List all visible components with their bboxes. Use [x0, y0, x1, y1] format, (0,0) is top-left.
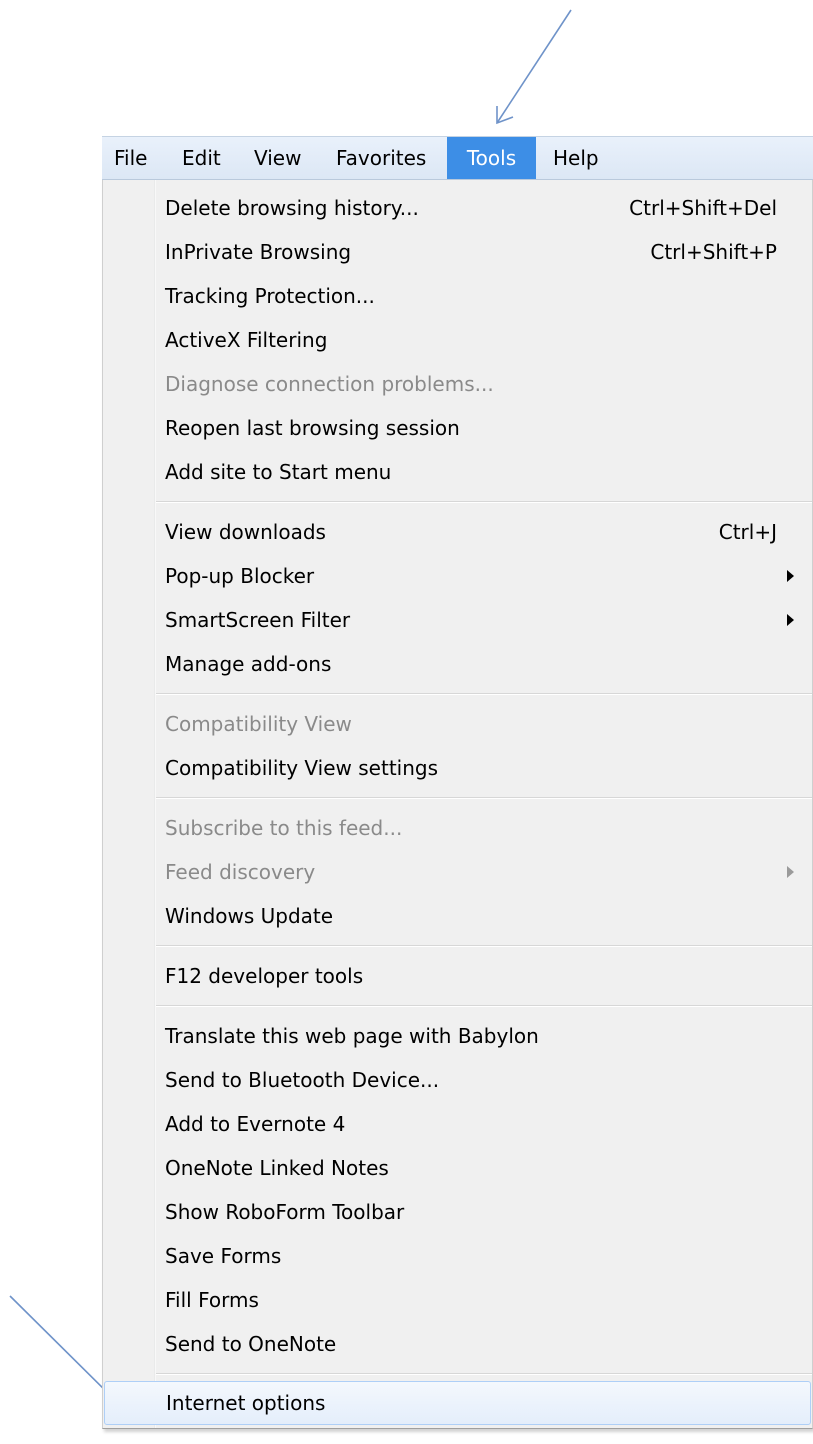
menu-item-inprivate-browsing[interactable]: InPrivate Browsing Ctrl+Shift+P [103, 230, 812, 274]
menu-item-label: Translate this web page with Babylon [165, 1024, 539, 1048]
menu-item-compatibility-view: Compatibility View [103, 702, 812, 746]
callout-arrow-icon [496, 9, 572, 125]
menu-item-tracking-protection[interactable]: Tracking Protection... [103, 274, 812, 318]
menu-item-activex-filtering[interactable]: ActiveX Filtering [103, 318, 812, 362]
menu-item-label: Feed discovery [165, 860, 316, 884]
menu-item-label: Manage add-ons [165, 652, 332, 676]
menu-separator [156, 693, 812, 695]
menu-separator [156, 945, 812, 947]
menu-item-reopen-last-session[interactable]: Reopen last browsing session [103, 406, 812, 450]
menu-item-label: Diagnose connection problems... [165, 372, 494, 396]
menu-item-onenote-linked-notes[interactable]: OneNote Linked Notes [103, 1146, 812, 1190]
menu-bar: File Edit View Favorites Tools Help [102, 136, 813, 180]
menu-separator [156, 1373, 812, 1375]
menu-item-save-forms[interactable]: Save Forms [103, 1234, 812, 1278]
menu-item-manage-add-ons[interactable]: Manage add-ons [103, 642, 812, 686]
menu-help[interactable]: Help [553, 137, 599, 179]
menu-favorites[interactable]: Favorites [336, 137, 426, 179]
menu-item-label: Compatibility View [165, 712, 352, 736]
menu-item-fill-forms[interactable]: Fill Forms [103, 1278, 812, 1322]
menu-item-smartscreen-filter[interactable]: SmartScreen Filter [103, 598, 812, 642]
menu-item-label: Show RoboForm Toolbar [165, 1200, 405, 1224]
menu-item-label: Add to Evernote 4 [165, 1112, 346, 1136]
menu-item-label: F12 developer tools [165, 964, 364, 988]
menu-item-compatibility-view-settings[interactable]: Compatibility View settings [103, 746, 812, 790]
menu-item-label: InPrivate Browsing [165, 240, 352, 264]
menu-item-label: Windows Update [165, 904, 334, 928]
menu-item-f12-developer-tools[interactable]: F12 developer tools [103, 954, 812, 998]
menu-view[interactable]: View [254, 137, 301, 179]
menu-separator [156, 797, 812, 799]
menu-item-popup-blocker[interactable]: Pop-up Blocker [103, 554, 812, 598]
menu-item-translate-babylon[interactable]: Translate this web page with Babylon [103, 1014, 812, 1058]
menu-item-label: Pop-up Blocker [165, 564, 315, 588]
menu-item-label: OneNote Linked Notes [165, 1156, 389, 1180]
menu-item-diagnose-connection: Diagnose connection problems... [103, 362, 812, 406]
menu-item-add-to-evernote[interactable]: Add to Evernote 4 [103, 1102, 812, 1146]
menu-item-send-to-bluetooth[interactable]: Send to Bluetooth Device... [103, 1058, 812, 1102]
menu-item-send-to-onenote[interactable]: Send to OneNote [103, 1322, 812, 1366]
menu-tools[interactable]: Tools [447, 137, 536, 179]
menu-item-label: Fill Forms [165, 1288, 259, 1312]
menu-item-windows-update[interactable]: Windows Update [103, 894, 812, 938]
menu-item-label: Tracking Protection... [165, 284, 375, 308]
menu-separator [156, 501, 812, 503]
menu-item-shortcut: Ctrl+J [718, 520, 777, 544]
menu-edit[interactable]: Edit [182, 137, 221, 179]
menu-item-label: Save Forms [165, 1244, 282, 1268]
menu-file[interactable]: File [114, 137, 147, 179]
menu-item-label: Delete browsing history... [165, 196, 419, 220]
submenu-arrow-icon [787, 570, 794, 582]
menu-item-label: Subscribe to this feed... [165, 816, 403, 840]
menu-item-label: Internet options [166, 1391, 326, 1415]
menu-item-label: SmartScreen Filter [165, 608, 351, 632]
menu-item-label: Compatibility View settings [165, 756, 439, 780]
menu-item-show-roboform-toolbar[interactable]: Show RoboForm Toolbar [103, 1190, 812, 1234]
menu-item-add-site-to-start-menu[interactable]: Add site to Start menu [103, 450, 812, 494]
menu-item-label: Send to Bluetooth Device... [165, 1068, 440, 1092]
menu-item-view-downloads[interactable]: View downloads Ctrl+J [103, 510, 812, 554]
menu-item-label: View downloads [165, 520, 326, 544]
menu-item-label: Reopen last browsing session [165, 416, 460, 440]
menu-item-subscribe-to-feed: Subscribe to this feed... [103, 806, 812, 850]
menu-item-shortcut: Ctrl+Shift+P [650, 240, 777, 264]
menu-item-delete-browsing-history[interactable]: Delete browsing history... Ctrl+Shift+De… [103, 186, 812, 230]
menu-item-label: Send to OneNote [165, 1332, 337, 1356]
menu-item-shortcut: Ctrl+Shift+Del [629, 196, 777, 220]
submenu-arrow-icon [787, 614, 794, 626]
menu-item-label: Add site to Start menu [165, 460, 392, 484]
menu-item-label: ActiveX Filtering [165, 328, 328, 352]
submenu-arrow-icon [787, 866, 794, 878]
menu-item-internet-options[interactable]: Internet options [104, 1381, 811, 1425]
tools-dropdown-menu: Delete browsing history... Ctrl+Shift+De… [102, 180, 813, 1429]
menu-item-feed-discovery: Feed discovery [103, 850, 812, 894]
menu-separator [156, 1005, 812, 1007]
